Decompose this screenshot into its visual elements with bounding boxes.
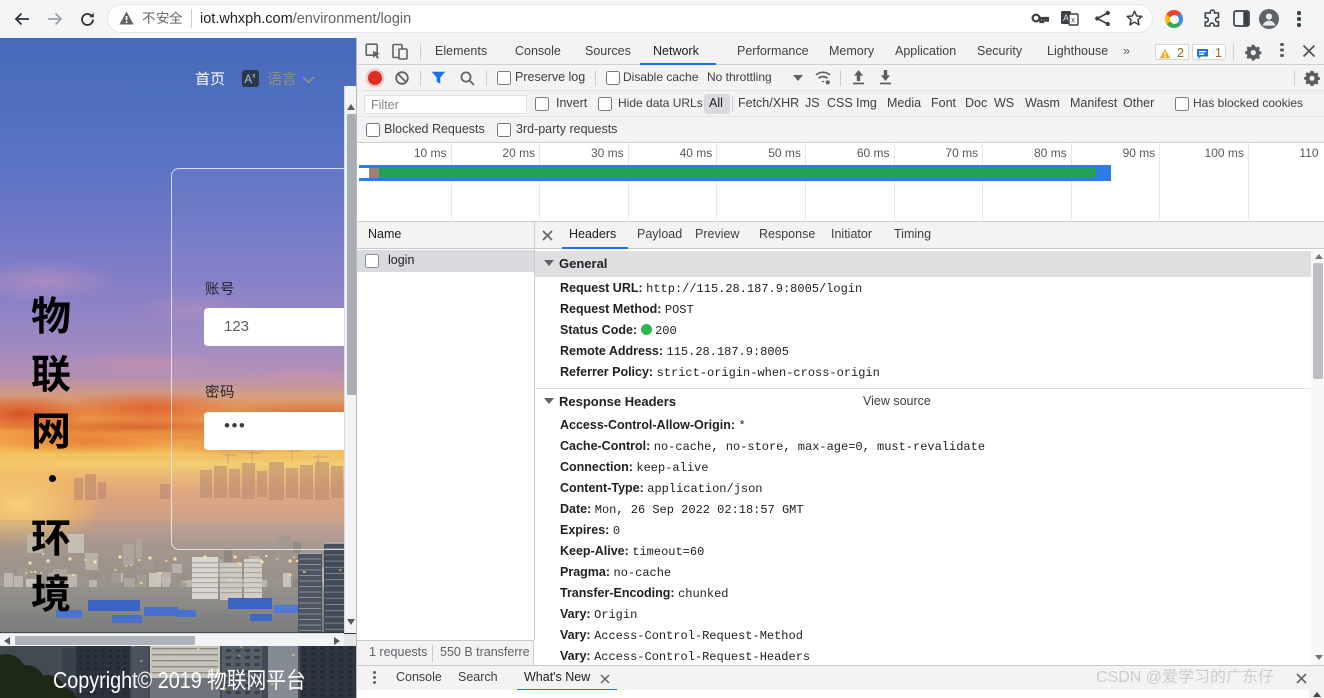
svg-text:x: x	[1071, 16, 1075, 25]
svg-text:A: A	[244, 74, 252, 86]
svg-text:A: A	[1063, 13, 1069, 23]
svg-text:x: x	[252, 73, 256, 80]
